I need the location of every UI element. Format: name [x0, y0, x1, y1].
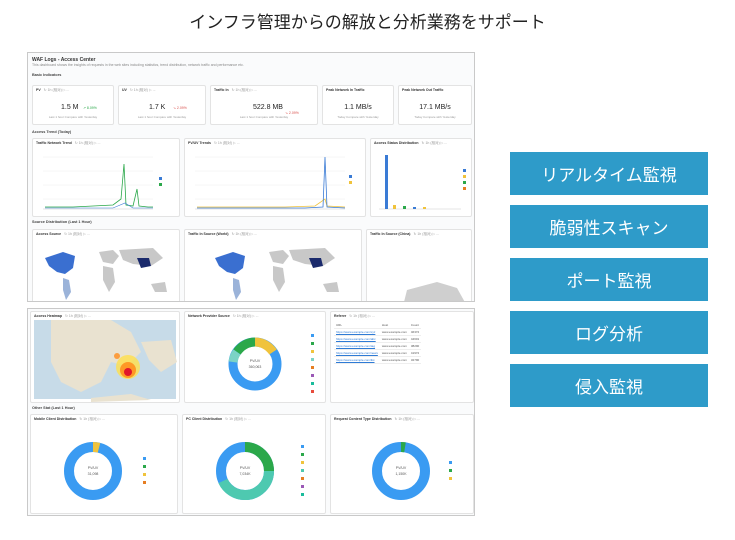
traffic-in-source-world-card[interactable]: Traffic In Source (World) ↻ 1h (相对) ▷ ... — [184, 229, 362, 301]
series-line-green — [45, 163, 153, 208]
kpi-sub: Last 1 hour Compare with Yesterday — [137, 115, 187, 119]
referer-url-link[interactable]: https://www.example.com/xyz — [334, 328, 380, 336]
section-source-distribution: Source Distribution (Last 1 Hour) — [32, 220, 92, 224]
status-bar-chart — [379, 155, 466, 210]
table-cell: 32790 — [408, 356, 422, 364]
feature-intrusion-monitoring[interactable]: 侵入監視 — [510, 364, 708, 407]
traffic-line-chart — [43, 156, 162, 210]
traffic-in-source-china-card[interactable]: Traffic In Source (China) ↻ 1h (相对) ▷ ... — [366, 229, 472, 301]
bar — [393, 205, 396, 209]
table-row: https://www.example.com/tag www.example.… — [334, 342, 422, 350]
referer-url-link[interactable]: https://www.example.com/tag — [334, 342, 380, 350]
query-hint: ↻ 1h (相对) ▷ ... — [129, 88, 156, 92]
kpi-card-traffic-in[interactable]: Traffic In ↻ 1h (相对) ▷ ... 522.8 MB ↘ 2.0… — [210, 85, 318, 125]
pc-donut-chart: PV/UV 7,034K — [216, 442, 304, 501]
bar — [423, 207, 426, 209]
access-heatmap-card[interactable]: Access Heatmap ↻ 1h (相对) ▷ ... — [30, 311, 180, 403]
referer-table: URL Host Count https://www.example.com/x… — [334, 322, 422, 364]
pc-client-distribution-card[interactable]: PC Client Distribution ↻ 1h (相对) ▷ ... PV… — [182, 414, 326, 514]
svg-text:1,150K: 1,150K — [395, 472, 407, 476]
china-map — [404, 282, 465, 301]
kpi-card-uv[interactable]: UV ↻ 1h (相对) ▷ ... 1.7 K ↘ 2.09% Last 1 h… — [118, 85, 206, 125]
svg-text:7,034K: 7,034K — [239, 472, 251, 476]
world-map — [45, 248, 167, 300]
referer-url-link[interactable]: https://www.example.com/abc — [334, 335, 380, 343]
table-cell: www.example.com — [379, 356, 409, 364]
svg-text:31,098: 31,098 — [88, 472, 99, 476]
access-status-distribution-card[interactable]: Access Status Distribution ↻ 1h (相对) ▷ ..… — [370, 138, 472, 217]
kpi-label: Peak Network In Traffic — [326, 88, 365, 92]
table-row: https://www.example.com/xyz www.example.… — [334, 328, 422, 336]
card-title: Referer — [334, 314, 347, 318]
kpi-delta: ↗ 8.09% — [83, 106, 97, 110]
mobile-donut-chart: PV/UV 31,098 — [64, 442, 146, 500]
query-hint: ↻ 1h (相对) ▷ ... — [349, 314, 375, 318]
traffic-network-trend-card[interactable]: Traffic Network Trend ↻ 1h (相对) ▷ ... — [32, 138, 180, 217]
feature-log-analysis[interactable]: ログ分析 — [510, 311, 708, 354]
table-cell: www.example.com — [379, 342, 409, 350]
svg-text:PV/UV: PV/UV — [88, 466, 99, 470]
feature-realtime-monitoring[interactable]: リアルタイム監視 — [510, 152, 708, 195]
dashboard-screenshot-top: WAF Logs - Access Center This dashboard … — [27, 52, 475, 302]
world-map-traffic — [215, 248, 339, 300]
table-row: https://www.example.com/news www.example… — [334, 349, 422, 357]
kpi-sub: Today Compare with Yesterday — [414, 115, 456, 119]
request-content-type-distribution-card[interactable]: Request Content Type Distribution ↻ 1h (相… — [330, 414, 474, 514]
bar — [403, 206, 406, 209]
svg-text:PV/UV: PV/UV — [250, 359, 261, 363]
mobile-client-distribution-card[interactable]: Mobile Client Distribution ↻ 1h (相对) ▷ ..… — [30, 414, 178, 514]
table-cell: 41972 — [408, 349, 422, 357]
feature-port-monitoring[interactable]: ポート監視 — [510, 258, 708, 301]
provider-donut-chart: PV/UV 360,063 — [228, 334, 314, 393]
pv-uv-line-chart — [195, 156, 352, 210]
kpi-card-pv[interactable]: PV ↻ 1h (相对) ▷ ... 1.5 M ↗ 8.09% Last 1 h… — [32, 85, 114, 125]
referer-card[interactable]: Referer ↻ 1h (相对) ▷ ... URL Host Count ht… — [330, 311, 474, 403]
kpi-label: PV — [36, 88, 41, 92]
table-cell: www.example.com — [379, 328, 409, 336]
kpi-sub: Last 1 hour Compare with Yesterday — [239, 115, 289, 119]
table-cell: www.example.com — [379, 349, 409, 357]
content-type-donut-chart: PV/UV 1,150K — [372, 442, 452, 500]
kpi-value: 522.8 MB — [253, 104, 283, 111]
bar — [385, 155, 388, 209]
referer-url-link[interactable]: https://www.example.com/news — [334, 349, 380, 357]
table-row: https://www.example.com/abc www.example.… — [334, 335, 422, 343]
kpi-value: 1.7 K — [149, 104, 166, 111]
referer-url-link[interactable]: https://www.example.com/list — [334, 356, 380, 364]
page-title: インフラ管理からの解放と分析業務をサポート — [189, 13, 546, 33]
kpi-sub: Last 1 hour Compare with Yesterday — [48, 115, 98, 119]
kpi-card-peak-out[interactable]: Peak Network Out Traffic 17.1 MB/s Today… — [398, 85, 472, 125]
dashboard-description: This dashboard shows the insights of req… — [32, 63, 244, 67]
kpi-label: UV — [122, 88, 127, 92]
svg-text:PV/UV: PV/UV — [240, 466, 251, 470]
kpi-value: 1.5 M — [61, 104, 79, 111]
network-provider-source-card[interactable]: Network Provider Source ↻ 1h (相对) ▷ ... P… — [184, 311, 326, 403]
feature-vulnerability-scan[interactable]: 脆弱性スキャン — [510, 205, 708, 248]
table-cell: 46372 — [408, 328, 422, 336]
heatmap-overlay — [51, 320, 177, 402]
table-cell: 38290 — [408, 342, 422, 350]
kpi-delta: ↘ 2.09% — [173, 106, 187, 110]
section-basic-indicators: Basic Indicators — [32, 73, 62, 77]
kpi-sub: Today Compare with Yesterday — [337, 115, 379, 119]
section-access-trend: Access Trend (Today) — [32, 130, 72, 134]
kpi-label: Peak Network Out Traffic — [402, 88, 444, 92]
access-source-card[interactable]: Access Source ↻ 1h (相对) ▷ ... — [32, 229, 180, 301]
section-other-stat: Other Stat (Last 1 Hour) — [32, 406, 75, 410]
query-hint: ↻ 1h (相对) ▷ ... — [231, 88, 258, 92]
table-row: https://www.example.com/list www.example… — [334, 356, 422, 364]
table-cell: 44601 — [408, 335, 422, 343]
query-hint: ↻ 1h (相对) ▷ ... — [43, 88, 70, 92]
svg-text:360,063: 360,063 — [249, 365, 262, 369]
kpi-label: Traffic In — [214, 88, 229, 92]
table-cell: www.example.com — [379, 335, 409, 343]
kpi-value: 17.1 MB/s — [419, 104, 451, 111]
kpi-value: 1.1 MB/s — [344, 104, 372, 111]
pv-uv-trends-card[interactable]: PV/UV Trends ↻ 1h (相对) ▷ ... — [184, 138, 366, 217]
kpi-card-peak-in[interactable]: Peak Network In Traffic 1.1 MB/s Today C… — [322, 85, 394, 125]
svg-text:PV/UV: PV/UV — [396, 466, 407, 470]
dashboard-screenshot-bottom: Access Heatmap ↻ 1h (相对) ▷ ... Network Pr… — [27, 308, 475, 516]
bar — [413, 207, 416, 209]
